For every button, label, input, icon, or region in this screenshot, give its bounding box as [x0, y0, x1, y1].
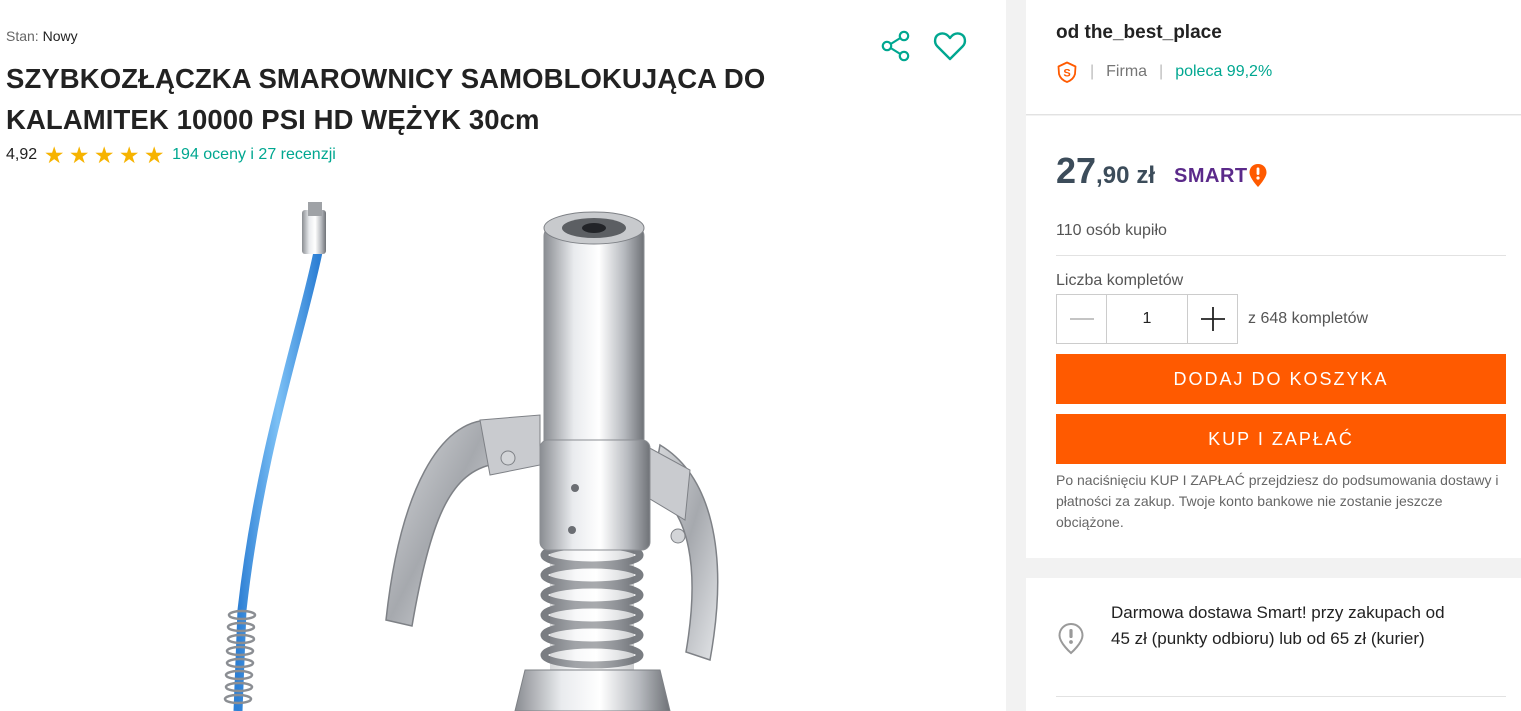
seller-type: Firma — [1106, 63, 1148, 80]
price-currency: zł — [1136, 162, 1156, 189]
seller-recommend[interactable]: poleca 99,2% — [1175, 63, 1272, 81]
bought-count: 110 osób kupiło — [1056, 222, 1167, 239]
smart-pin-icon — [1249, 164, 1267, 187]
quantity-input[interactable] — [1107, 295, 1187, 343]
star-icon: ★ — [93, 142, 115, 168]
rating-stars: ★ ★ ★ ★ ★ — [42, 142, 166, 168]
quantity-label: Liczba kompletów — [1056, 272, 1184, 289]
share-button[interactable] — [876, 26, 916, 66]
offer-card: 27 ,90 zł SMART 110 osób kupiło Liczba k… — [1026, 116, 1521, 558]
smart-label: SMART — [1174, 164, 1248, 187]
seller-card: od the_best_place S | Firma | poleca 99,… — [1026, 0, 1521, 115]
smart-delivery-icon — [1058, 622, 1084, 655]
price-fraction: ,90 — [1096, 162, 1130, 189]
price-integer: 27 — [1056, 150, 1097, 191]
quantity-available: z 648 kompletów — [1248, 310, 1369, 327]
condition: Stan: Nowy — [6, 28, 78, 44]
share-icon — [881, 30, 910, 62]
svg-text:S: S — [1063, 68, 1070, 80]
rating: 4,92 ★ ★ ★ ★ ★ 194 oceny i 27 recenzji — [6, 142, 336, 168]
product-section: Stan: Nowy SZYBKOZŁĄCZKA SMAROWNICY SAMO… — [0, 0, 1006, 711]
reviews-link[interactable]: 194 oceny i 27 recenzji — [172, 146, 336, 164]
rating-score: 4,92 — [6, 146, 38, 163]
price: 27 ,90 zł — [1056, 150, 1155, 192]
add-to-cart-button[interactable]: DODAJ DO KOSZYKA — [1056, 354, 1506, 404]
heart-icon — [933, 32, 967, 61]
shipping-card: Darmowa dostawa Smart! przy zakupach od … — [1026, 578, 1521, 711]
plus-icon — [1200, 307, 1225, 331]
super-seller-badge-icon: S — [1057, 61, 1077, 83]
increase-button[interactable] — [1187, 295, 1237, 343]
divider — [1056, 255, 1506, 256]
buy-now-button[interactable]: KUP I ZAPŁAĆ — [1056, 414, 1506, 464]
condition-label: Stan: — [6, 28, 39, 44]
star-icon: ★ — [43, 142, 65, 168]
minus-icon — [1069, 318, 1094, 320]
shipping-info: Darmowa dostawa Smart! przy zakupach od … — [1111, 603, 1445, 648]
seller-meta: S | Firma | poleca 99,2% — [1056, 61, 1272, 83]
divider — [1056, 696, 1506, 697]
quantity-stepper — [1056, 294, 1238, 344]
star-icon: ★ — [118, 142, 140, 168]
product-image[interactable] — [190, 190, 810, 711]
star-icon: ★ — [68, 142, 90, 168]
product-title: SZYBKOZŁĄCZKA SMAROWNICY SAMOBLOKUJĄCA D… — [6, 63, 766, 135]
smart-badge[interactable]: SMART — [1174, 162, 1268, 190]
buy-note: Po naciśnięciu KUP I ZAPŁAĆ przejdziesz … — [1056, 472, 1499, 530]
decrease-button[interactable] — [1057, 295, 1107, 343]
seller-name[interactable]: od the_best_place — [1056, 22, 1222, 44]
buy-panel: od the_best_place S | Firma | poleca 99,… — [1006, 0, 1521, 711]
separator: | — [1159, 63, 1164, 80]
condition-value: Nowy — [42, 28, 78, 44]
separator: | — [1090, 63, 1095, 80]
star-icon: ★ — [143, 142, 165, 168]
favorite-button[interactable] — [930, 26, 970, 66]
